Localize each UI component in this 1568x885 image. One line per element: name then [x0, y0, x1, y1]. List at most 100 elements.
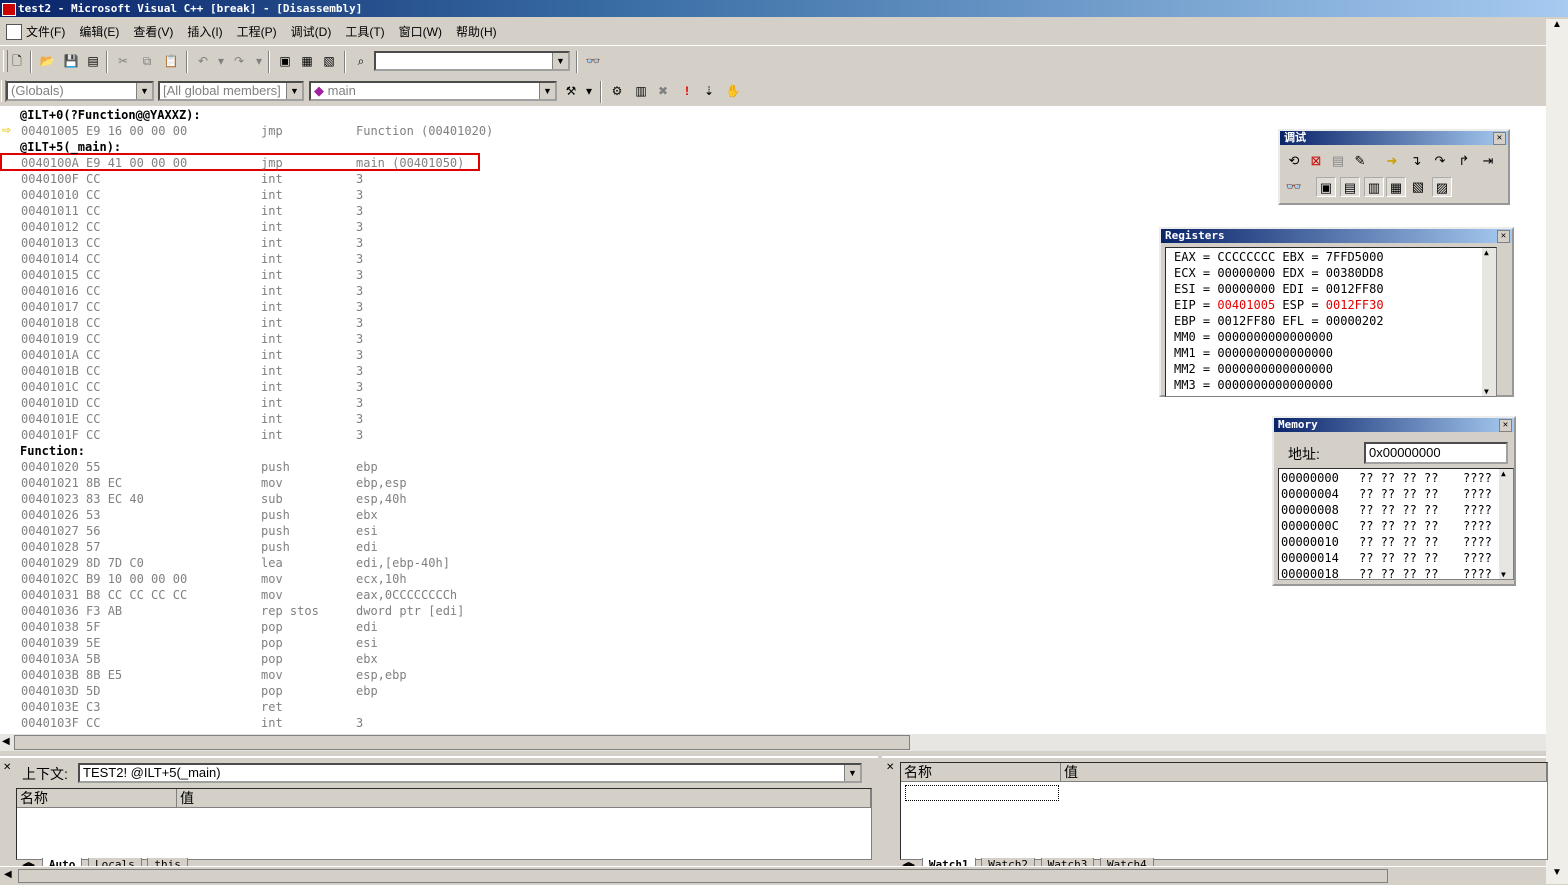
code-label[interactable]: @ILT+5(_main): — [0, 139, 1000, 155]
registers-scrollbar[interactable]: ▲ ▼ — [1482, 248, 1496, 396]
run-to-cursor-icon[interactable]: ⇥ — [1478, 151, 1498, 171]
redo-icon[interactable]: ↷ — [230, 52, 248, 70]
scroll-up-icon[interactable]: ▲ — [1501, 469, 1506, 478]
step-into-icon[interactable]: ↴ — [1406, 151, 1426, 171]
register-row[interactable]: MM1 = 0000000000000000 — [1174, 345, 1333, 361]
code-line[interactable]: 00401015 CC int 3 — [0, 267, 1000, 283]
memory-scrollbar[interactable]: ▲ ▼ — [1499, 469, 1513, 579]
wizard-dropdown-icon[interactable]: ▾ — [580, 82, 598, 100]
menu-window[interactable]: 窗口(W) — [399, 23, 442, 40]
code-line[interactable]: 0040103B 8B E5 mov esp,ebp — [0, 667, 1000, 683]
document-icon[interactable] — [6, 24, 22, 40]
scrollbar-thumb[interactable] — [14, 735, 910, 750]
code-line[interactable]: 0040101E CC int 3 — [0, 411, 1000, 427]
code-line[interactable]: 0040102C B9 10 00 00 00 mov ecx,10h — [0, 571, 1000, 587]
watch-grid[interactable]: 名称 值 — [900, 762, 1548, 860]
code-line[interactable]: 00401010 CC int 3 — [0, 187, 1000, 203]
column-name[interactable]: 名称 — [17, 789, 177, 807]
scroll-down-icon[interactable]: ▼ — [1552, 867, 1562, 878]
code-line[interactable]: 00401013 CC int 3 — [0, 235, 1000, 251]
memory-list[interactable]: 00000018 ?? ?? ?? ?????? 00000014 ?? ?? ?? … — [1278, 468, 1514, 580]
function-combo[interactable]: ◆ main ▼ — [309, 81, 557, 101]
code-line[interactable]: 00401028 57 push edi — [0, 539, 1000, 555]
column-value[interactable]: 值 — [1061, 763, 1547, 781]
registers-window-icon[interactable]: ▥ — [1364, 177, 1384, 197]
code-label[interactable]: @ILT+0(?Function@@YAXXZ): — [0, 107, 1000, 123]
memory-window[interactable]: Memory ✕ 地址: 0x00000000 00000018 ?? ?? ??… — [1272, 416, 1516, 586]
find-combo[interactable]: ▼ — [374, 51, 570, 71]
watch-window-icon[interactable]: ▣ — [1316, 177, 1336, 197]
code-line[interactable]: 0040100F CC int 3 — [0, 171, 1000, 187]
menu-view[interactable]: 查看(V) — [133, 23, 173, 40]
code-line[interactable]: 00401005 E9 16 00 00 00 jmp Function (0040… — [0, 123, 1000, 139]
save-all-icon[interactable]: ▤ — [84, 52, 102, 70]
members-combo[interactable]: [All global members] ▼ — [158, 81, 304, 101]
code-line[interactable]: 00401038 5F pop edi — [0, 619, 1000, 635]
menu-debug[interactable]: 调试(D) — [291, 23, 332, 40]
new-file-icon[interactable]: 🗋 — [8, 52, 26, 70]
go-icon[interactable]: ⇣ — [700, 82, 718, 100]
disassembly-window-icon[interactable]: ▨ — [1432, 177, 1452, 197]
code-line[interactable]: 00401036 F3 AB rep stos dword ptr [edi] — [0, 603, 1000, 619]
menu-help[interactable]: 帮助(H) — [456, 23, 497, 40]
code-line[interactable]: 0040103A 5B pop ebx — [0, 651, 1000, 667]
panel-grip-icon[interactable]: ✕ — [3, 762, 11, 773]
apply-code-changes-icon[interactable]: ✎ — [1350, 151, 1370, 171]
quickwatch-icon[interactable]: 👓 — [1284, 177, 1304, 197]
memory-window-icon[interactable]: ▦ — [1386, 177, 1406, 197]
open-folder-icon[interactable]: 📂 — [38, 52, 56, 70]
register-row[interactable]: MM0 = 0000000000000000 — [1174, 329, 1333, 345]
copy-icon[interactable]: ⧉ — [138, 52, 156, 70]
chevron-down-icon[interactable]: ▼ — [844, 765, 860, 781]
debug-toolbar-window[interactable]: 调试 ✕ ⟲ ⊠ ▤ ✎ ➜ ↴ ↷ ↱ ⇥ 👓 ▣ ▤ ▥ ▦ ▧ ▨ — [1278, 129, 1510, 205]
scroll-down-icon[interactable]: ▼ — [1501, 570, 1506, 579]
scroll-up-icon[interactable]: ▲ — [1552, 19, 1562, 30]
watch-new-entry[interactable] — [905, 785, 1059, 801]
build-icon[interactable]: ▥ — [632, 82, 650, 100]
variables-window-icon[interactable]: ▤ — [1340, 177, 1360, 197]
code-line[interactable]: 00401017 CC int 3 — [0, 299, 1000, 315]
close-icon[interactable]: ✕ — [1497, 230, 1510, 243]
code-line[interactable]: 00401023 83 EC 40 sub esp,40h — [0, 491, 1000, 507]
panel-grip-icon[interactable]: ✕ — [886, 762, 894, 773]
code-line[interactable]: 00401012 CC int 3 — [0, 219, 1000, 235]
register-row[interactable]: EIP = 00401005 ESP = 0012FF30 — [1174, 297, 1384, 313]
code-line[interactable]: 00401019 CC int 3 — [0, 331, 1000, 347]
address-input[interactable]: 0x00000000 — [1364, 442, 1508, 464]
code-line[interactable]: 0040100A E9 41 00 00 00 jmp main (00401050… — [0, 155, 1000, 171]
code-line[interactable]: 00401021 8B EC mov ebp,esp — [0, 475, 1000, 491]
execute-icon[interactable]: ! — [678, 82, 696, 100]
code-line[interactable]: 00401011 CC int 3 — [0, 203, 1000, 219]
register-row[interactable]: EBP = 0012FF80 EFL = 00000202 — [1174, 313, 1384, 329]
code-line[interactable]: 0040101A CC int 3 — [0, 347, 1000, 363]
app-icon[interactable] — [2, 3, 16, 16]
wizard-action-icon[interactable]: ⚒ — [562, 82, 580, 100]
search-binoculars-icon[interactable]: 👓 — [584, 52, 602, 70]
horizontal-scrollbar[interactable]: ◀ — [0, 734, 1546, 751]
column-name[interactable]: 名称 — [901, 763, 1061, 781]
call-stack-icon[interactable]: ▧ — [1408, 177, 1428, 197]
stop-build-icon[interactable]: ✖ — [654, 82, 672, 100]
register-row[interactable]: ESI = 00000000 EDI = 0012FF80 — [1174, 281, 1384, 297]
code-line[interactable]: 0040101C CC int 3 — [0, 379, 1000, 395]
code-line[interactable]: 0040103E C3 ret — [0, 699, 1000, 715]
context-combo[interactable]: TEST2! @ILT+5(_main) ▼ — [78, 763, 862, 783]
code-line[interactable]: 0040101F CC int 3 — [0, 427, 1000, 443]
undo-icon[interactable]: ↶ — [194, 52, 212, 70]
chevron-down-icon[interactable]: ▼ — [286, 83, 302, 99]
scroll-left-icon[interactable]: ◀ — [2, 736, 10, 747]
scope-combo[interactable]: (Globals) ▼ — [6, 81, 154, 101]
restart-icon[interactable]: ⟲ — [1284, 151, 1304, 171]
code-label[interactable]: Function: — [0, 443, 1000, 459]
save-icon[interactable]: 💾 — [62, 52, 80, 70]
code-line[interactable]: 00401027 56 push esi — [0, 523, 1000, 539]
undo-dropdown-icon[interactable]: ▾ — [212, 52, 230, 70]
debug-toolbar-title[interactable]: 调试 ✕ — [1280, 131, 1508, 145]
register-row[interactable]: ECX = 00000000 EDX = 00380DD8 — [1174, 265, 1384, 281]
workspace-icon[interactable]: ▣ — [276, 52, 294, 70]
chevron-down-icon[interactable]: ▼ — [539, 83, 555, 99]
code-line[interactable]: 00401014 CC int 3 — [0, 251, 1000, 267]
output-icon[interactable]: ▦ — [298, 52, 316, 70]
menu-tools[interactable]: 工具(T) — [345, 23, 384, 40]
window-list-icon[interactable]: ▧ — [320, 52, 338, 70]
